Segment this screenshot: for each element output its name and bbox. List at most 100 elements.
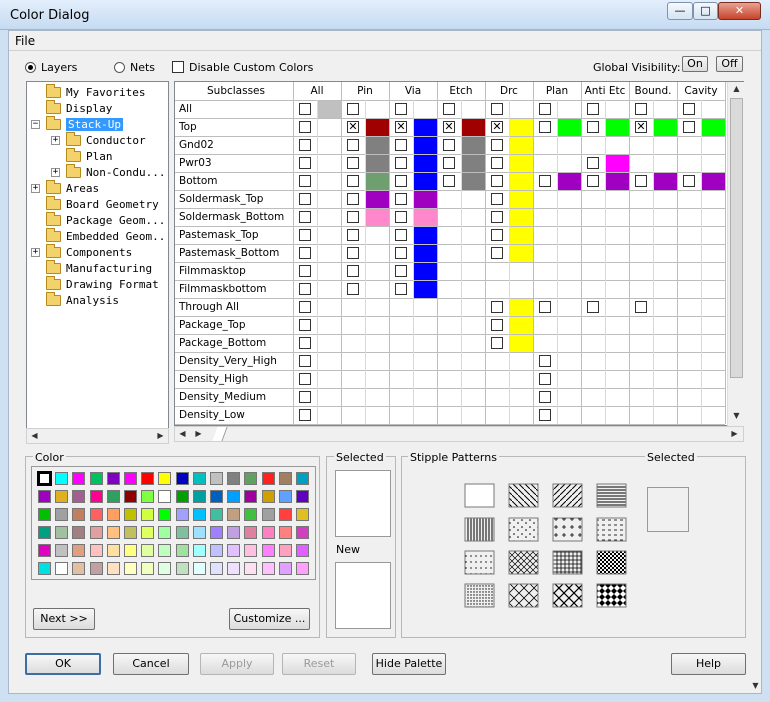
palette-swatch[interactable]: [124, 508, 137, 521]
palette-swatch[interactable]: [38, 508, 51, 521]
tree-item[interactable]: Conductor: [86, 133, 146, 148]
color-swatch[interactable]: [413, 191, 437, 208]
color-swatch[interactable]: [461, 173, 485, 190]
palette-swatch[interactable]: [158, 472, 172, 485]
palette-swatch[interactable]: [278, 526, 292, 539]
visibility-checkbox[interactable]: [347, 103, 359, 115]
palette-swatch[interactable]: [296, 562, 309, 575]
layers-radio[interactable]: [25, 62, 36, 73]
palette-swatch[interactable]: [55, 544, 69, 557]
visibility-checkbox[interactable]: [395, 157, 407, 169]
palette-swatch[interactable]: [261, 526, 275, 539]
scroll-right-icon[interactable]: ▶: [153, 429, 168, 443]
palette-swatch[interactable]: [227, 526, 241, 539]
color-swatch[interactable]: [413, 245, 437, 262]
visibility-checkbox[interactable]: [491, 229, 503, 241]
visibility-checkbox[interactable]: [347, 265, 359, 277]
color-swatch[interactable]: [365, 119, 389, 136]
color-swatch[interactable]: [701, 119, 725, 136]
color-swatch[interactable]: [413, 155, 437, 172]
color-swatch[interactable]: [365, 137, 389, 154]
visibility-checkbox[interactable]: [443, 103, 455, 115]
customize-button[interactable]: Customize ...: [229, 608, 310, 630]
palette-swatch[interactable]: [210, 472, 223, 485]
palette-swatch[interactable]: [175, 544, 189, 557]
palette-swatch[interactable]: [210, 562, 223, 575]
visibility-checkbox[interactable]: [539, 301, 551, 313]
palette-swatch[interactable]: [192, 490, 206, 503]
close-button[interactable]: ✕: [718, 2, 761, 20]
tree-item[interactable]: Display: [66, 101, 112, 116]
tree-item[interactable]: Embedded Geom...: [66, 229, 168, 244]
scroll-left-icon[interactable]: ◀: [27, 429, 42, 443]
next-button[interactable]: Next >>: [33, 608, 95, 630]
visibility-checkbox[interactable]: [299, 157, 311, 169]
palette-swatch[interactable]: [210, 526, 223, 539]
color-swatch[interactable]: [413, 173, 437, 190]
tree-item[interactable]: Components: [66, 245, 132, 260]
color-swatch[interactable]: [509, 335, 533, 352]
palette-swatch[interactable]: [106, 472, 120, 485]
palette-swatch[interactable]: [296, 472, 309, 485]
color-swatch[interactable]: [509, 173, 533, 190]
color-swatch[interactable]: [605, 119, 629, 136]
column-header[interactable]: Pin: [341, 85, 389, 97]
palette-swatch[interactable]: [55, 508, 69, 521]
visibility-checkbox[interactable]: [491, 301, 503, 313]
visibility-checkbox[interactable]: [347, 175, 359, 187]
visibility-checkbox[interactable]: [491, 319, 503, 331]
palette-swatch[interactable]: [106, 544, 120, 557]
palette-swatch[interactable]: [278, 562, 292, 575]
visibility-checkbox[interactable]: [347, 229, 359, 241]
tree-item[interactable]: My Favorites: [66, 85, 145, 100]
color-swatch[interactable]: [461, 137, 485, 154]
visibility-checkbox[interactable]: [587, 301, 599, 313]
cancel-button[interactable]: Cancel: [113, 653, 189, 675]
scroll-first-icon[interactable]: ◀: [175, 427, 190, 441]
hide-palette-button[interactable]: Hide Palette: [372, 653, 446, 675]
color-swatch[interactable]: [413, 227, 437, 244]
visibility-checkbox-checked[interactable]: ✕: [635, 121, 647, 133]
color-swatch[interactable]: [653, 119, 677, 136]
reset-button[interactable]: Reset: [282, 653, 356, 675]
visibility-checkbox[interactable]: [299, 373, 311, 385]
palette-swatch[interactable]: [89, 562, 103, 575]
color-swatch[interactable]: [509, 209, 533, 226]
tree-item[interactable]: Non-Condu...: [86, 165, 165, 180]
palette-swatch[interactable]: [227, 544, 241, 557]
tree-item[interactable]: Manufacturing: [66, 261, 152, 276]
color-swatch[interactable]: [557, 119, 581, 136]
palette-swatch[interactable]: [55, 526, 69, 539]
nets-radio[interactable]: [114, 62, 125, 73]
palette-swatch[interactable]: [210, 490, 223, 503]
color-swatch[interactable]: [509, 227, 533, 244]
palette-swatch[interactable]: [124, 490, 137, 503]
visibility-checkbox[interactable]: [539, 103, 551, 115]
palette-swatch[interactable]: [227, 472, 241, 485]
visibility-checkbox[interactable]: [635, 103, 647, 115]
visibility-checkbox[interactable]: [395, 283, 407, 295]
scroll-next-icon[interactable]: ▶: [191, 427, 206, 441]
palette-swatch[interactable]: [38, 562, 51, 575]
visibility-checkbox[interactable]: [347, 139, 359, 151]
palette-swatch[interactable]: [296, 490, 309, 503]
palette-swatch[interactable]: [141, 544, 155, 557]
visibility-checkbox[interactable]: [683, 175, 695, 187]
color-swatch[interactable]: [413, 281, 437, 298]
visibility-checkbox[interactable]: [395, 193, 407, 205]
column-header[interactable]: Bound.: [629, 85, 677, 97]
palette-swatch[interactable]: [192, 526, 206, 539]
visibility-checkbox[interactable]: [443, 139, 455, 151]
color-swatch[interactable]: [365, 173, 389, 190]
palette-swatch[interactable]: [244, 508, 258, 521]
visibility-checkbox[interactable]: [395, 211, 407, 223]
visibility-checkbox[interactable]: [491, 139, 503, 151]
palette-swatch[interactable]: [124, 526, 137, 539]
palette-swatch[interactable]: [72, 508, 86, 521]
palette-swatch[interactable]: [89, 526, 103, 539]
ok-button[interactable]: OK: [25, 653, 101, 675]
palette-swatch[interactable]: [38, 526, 51, 539]
palette-swatch[interactable]: [261, 544, 275, 557]
palette-swatch[interactable]: [158, 508, 172, 521]
palette-swatch[interactable]: [55, 472, 69, 485]
